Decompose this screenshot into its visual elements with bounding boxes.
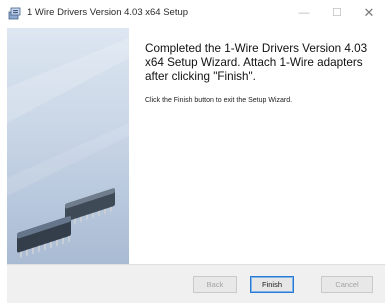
installer-package-icon	[8, 6, 22, 20]
maximize-button[interactable]: ☐	[325, 4, 349, 22]
window-title: 1 Wire Drivers Version 4.03 x64 Setup	[27, 7, 189, 18]
finish-button[interactable]: Finish	[250, 276, 294, 293]
cancel-button[interactable]: Cancel	[321, 276, 373, 293]
back-button[interactable]: Back	[193, 276, 237, 293]
completion-heading: Completed the 1-Wire Drivers Version 4.0…	[145, 42, 368, 83]
completion-instruction: Click the Finish button to exit the Setu…	[145, 97, 293, 104]
button-bar: Back Finish Cancel	[7, 264, 385, 303]
title-bar[interactable]: 1 Wire Drivers Version 4.03 x64 Setup — …	[0, 0, 385, 28]
wizard-content: Completed the 1-Wire Drivers Version 4.0…	[129, 28, 385, 264]
wizard-side-banner	[7, 28, 129, 264]
setup-wizard-window: 1 Wire Drivers Version 4.03 x64 Setup — …	[0, 0, 385, 303]
ic-chips-illustration	[7, 38, 129, 259]
minimize-button[interactable]: —	[292, 4, 316, 22]
close-button[interactable]: ✕	[357, 4, 381, 22]
